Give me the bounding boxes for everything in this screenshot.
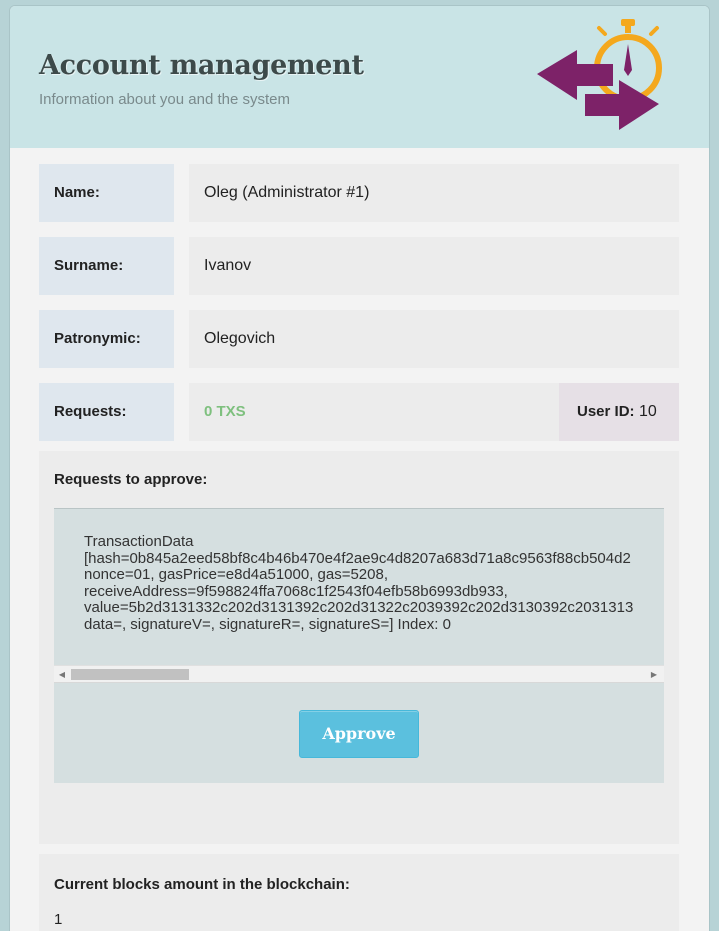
user-id-value: 10 xyxy=(638,403,657,420)
name-value: Oleg (Administrator #1) xyxy=(189,164,679,222)
page-title: Account management xyxy=(39,50,364,81)
user-id-label: User ID: xyxy=(577,403,635,420)
requests-to-approve-title: Requests to approve: xyxy=(54,471,208,488)
blocks-amount-title: Current blocks amount in the blockchain: xyxy=(54,876,350,893)
name-row: Name: Oleg (Administrator #1) xyxy=(39,164,679,222)
requests-to-approve-panel: Requests to approve: TransactionData [ha… xyxy=(39,451,679,844)
patronymic-label: Patronymic: xyxy=(39,310,174,368)
surname-row: Surname: Ivanov xyxy=(39,237,679,295)
page-subtitle: Information about you and the system xyxy=(39,91,290,108)
surname-value: Ivanov xyxy=(189,237,679,295)
blockchain-blocks-panel: Current blocks amount in the blockchain:… xyxy=(39,854,679,931)
user-id-cell: User ID: 10 xyxy=(559,383,679,441)
requests-count: 0 TXS xyxy=(204,403,246,420)
patronymic-value: Olegovich xyxy=(189,310,679,368)
transaction-data-text: TransactionData [hash=0b845a2eed58bf8c4b… xyxy=(84,533,634,633)
name-label: Name: xyxy=(39,164,174,222)
surname-label: Surname: xyxy=(39,237,174,295)
scroll-right-arrow-icon[interactable]: ▶ xyxy=(648,668,660,681)
page-header: Account management Information about you… xyxy=(10,6,709,148)
requests-row: Requests: 0 TXS User ID: 10 xyxy=(39,383,679,441)
scroll-left-arrow-icon[interactable]: ◀ xyxy=(56,668,68,681)
scrollbar-thumb[interactable] xyxy=(71,669,189,680)
requests-label: Requests: xyxy=(39,383,174,441)
account-window: Account management Information about you… xyxy=(10,6,709,931)
horizontal-scrollbar[interactable]: ◀ ▶ xyxy=(54,665,664,683)
approve-button[interactable]: Approve xyxy=(299,710,419,758)
transaction-scroll-area[interactable]: TransactionData [hash=0b845a2eed58bf8c4b… xyxy=(54,509,664,665)
blocks-amount-value: 1 xyxy=(54,911,63,928)
exchange-arrows-stopwatch-icon xyxy=(535,16,665,141)
patronymic-row: Patronymic: Olegovich xyxy=(39,310,679,368)
request-item: TransactionData [hash=0b845a2eed58bf8c4b… xyxy=(54,508,664,783)
